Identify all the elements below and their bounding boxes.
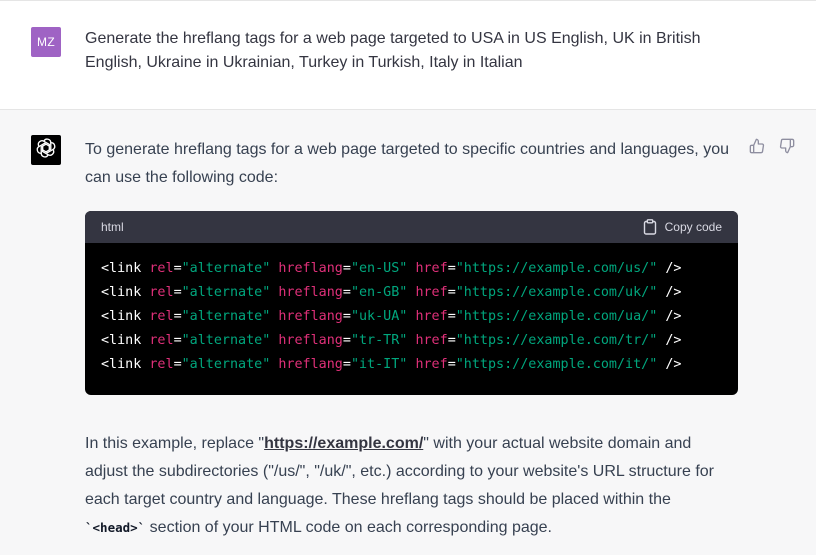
- thumbs-up-icon[interactable]: [749, 138, 767, 156]
- code-value-hreflang: "it-IT": [350, 357, 408, 372]
- code-attr-hreflang: hreflang: [278, 357, 343, 372]
- code-tag-open: <link: [101, 285, 150, 300]
- code-attr-href: href: [415, 261, 448, 276]
- code-tag-close: />: [657, 261, 682, 276]
- code-value-rel: "alternate": [181, 261, 271, 276]
- code-punctuation: =: [173, 309, 182, 324]
- assistant-intro-text: To generate hreflang tags for a web page…: [85, 141, 729, 186]
- code-punctuation: =: [342, 309, 351, 324]
- code-tag-close: />: [657, 309, 682, 324]
- openai-logo-icon: [35, 137, 57, 164]
- code-punctuation: =: [447, 285, 456, 300]
- feedback-buttons: [749, 138, 797, 156]
- code-attr-hreflang: hreflang: [278, 261, 343, 276]
- thumbs-down-icon[interactable]: [779, 138, 797, 156]
- code-value-hreflang: "en-US": [350, 261, 408, 276]
- code-tag-close: />: [657, 285, 682, 300]
- code-tag-close: />: [657, 357, 682, 372]
- assistant-outro-text: In this example, replace "https://exampl…: [85, 430, 735, 542]
- code-tag-open: <link: [101, 333, 150, 348]
- user-message-text: Generate the hreflang tags for a web pag…: [85, 30, 701, 71]
- code-value-href: "https://example.com/ua/": [455, 309, 658, 324]
- code-line: <link rel="alternate" hreflang="tr-TR" h…: [101, 329, 722, 353]
- code-line: <link rel="alternate" hreflang="en-US" h…: [101, 257, 722, 281]
- code-value-hreflang: "en-GB": [350, 285, 408, 300]
- code-value-rel: "alternate": [181, 333, 271, 348]
- user-message: MZ Generate the hreflang tags for a web …: [0, 0, 816, 110]
- code-punctuation: =: [447, 261, 456, 276]
- code-value-rel: "alternate": [181, 309, 271, 324]
- code-tag-open: <link: [101, 357, 150, 372]
- code-punctuation: =: [342, 333, 351, 348]
- code-attr-href: href: [415, 333, 448, 348]
- assistant-avatar: [31, 135, 61, 165]
- code-punctuation: =: [447, 309, 456, 324]
- code-attr-rel: rel: [149, 261, 174, 276]
- code-punctuation: =: [173, 357, 182, 372]
- code-value-href: "https://example.com/uk/": [455, 285, 658, 300]
- outro-text-part1: In this example, replace ": [85, 435, 265, 452]
- code-punctuation: =: [447, 333, 456, 348]
- copy-code-button[interactable]: Copy code: [643, 219, 722, 235]
- code-attr-href: href: [415, 309, 448, 324]
- code-value-rel: "alternate": [181, 357, 271, 372]
- code-attr-rel: rel: [149, 333, 174, 348]
- code-punctuation: =: [447, 357, 456, 372]
- code-block: html Copy code <link rel="alternate" hre…: [85, 211, 738, 395]
- code-content: <link rel="alternate" hreflang="en-US" h…: [85, 243, 738, 377]
- code-attr-hreflang: hreflang: [278, 285, 343, 300]
- code-value-href: "https://example.com/it/": [455, 357, 658, 372]
- user-avatar: MZ: [31, 27, 61, 57]
- code-tag-open: <link: [101, 309, 150, 324]
- code-attr-rel: rel: [149, 357, 174, 372]
- code-punctuation: =: [173, 333, 182, 348]
- code-value-rel: "alternate": [181, 285, 271, 300]
- code-punctuation: =: [342, 285, 351, 300]
- copy-code-label: Copy code: [664, 220, 722, 234]
- outro-text-part3: section of your HTML code on each corres…: [145, 519, 552, 536]
- code-value-href: "https://example.com/us/": [455, 261, 658, 276]
- code-line: <link rel="alternate" hreflang="uk-UA" h…: [101, 305, 722, 329]
- clipboard-icon: [643, 219, 657, 235]
- code-value-href: "https://example.com/tr/": [455, 333, 658, 348]
- code-punctuation: =: [173, 261, 182, 276]
- example-domain-link[interactable]: https://example.com/: [264, 435, 423, 452]
- code-attr-rel: rel: [149, 285, 174, 300]
- code-value-hreflang: "tr-TR": [350, 333, 408, 348]
- code-attr-hreflang: hreflang: [278, 309, 343, 324]
- code-line: <link rel="alternate" hreflang="it-IT" h…: [101, 353, 722, 377]
- code-value-hreflang: "uk-UA": [350, 309, 408, 324]
- assistant-message: To generate hreflang tags for a web page…: [0, 110, 816, 555]
- code-punctuation: =: [342, 357, 351, 372]
- inline-code-head: `<head>`: [85, 520, 146, 535]
- code-tag-open: <link: [101, 261, 150, 276]
- code-line: <link rel="alternate" hreflang="en-GB" h…: [101, 281, 722, 305]
- code-tag-close: />: [657, 333, 682, 348]
- code-punctuation: =: [342, 261, 351, 276]
- code-attr-hreflang: hreflang: [278, 333, 343, 348]
- code-block-header: html Copy code: [85, 211, 738, 243]
- code-attr-href: href: [415, 357, 448, 372]
- code-language-label: html: [101, 220, 124, 234]
- code-punctuation: =: [173, 285, 182, 300]
- code-attr-href: href: [415, 285, 448, 300]
- code-attr-rel: rel: [149, 309, 174, 324]
